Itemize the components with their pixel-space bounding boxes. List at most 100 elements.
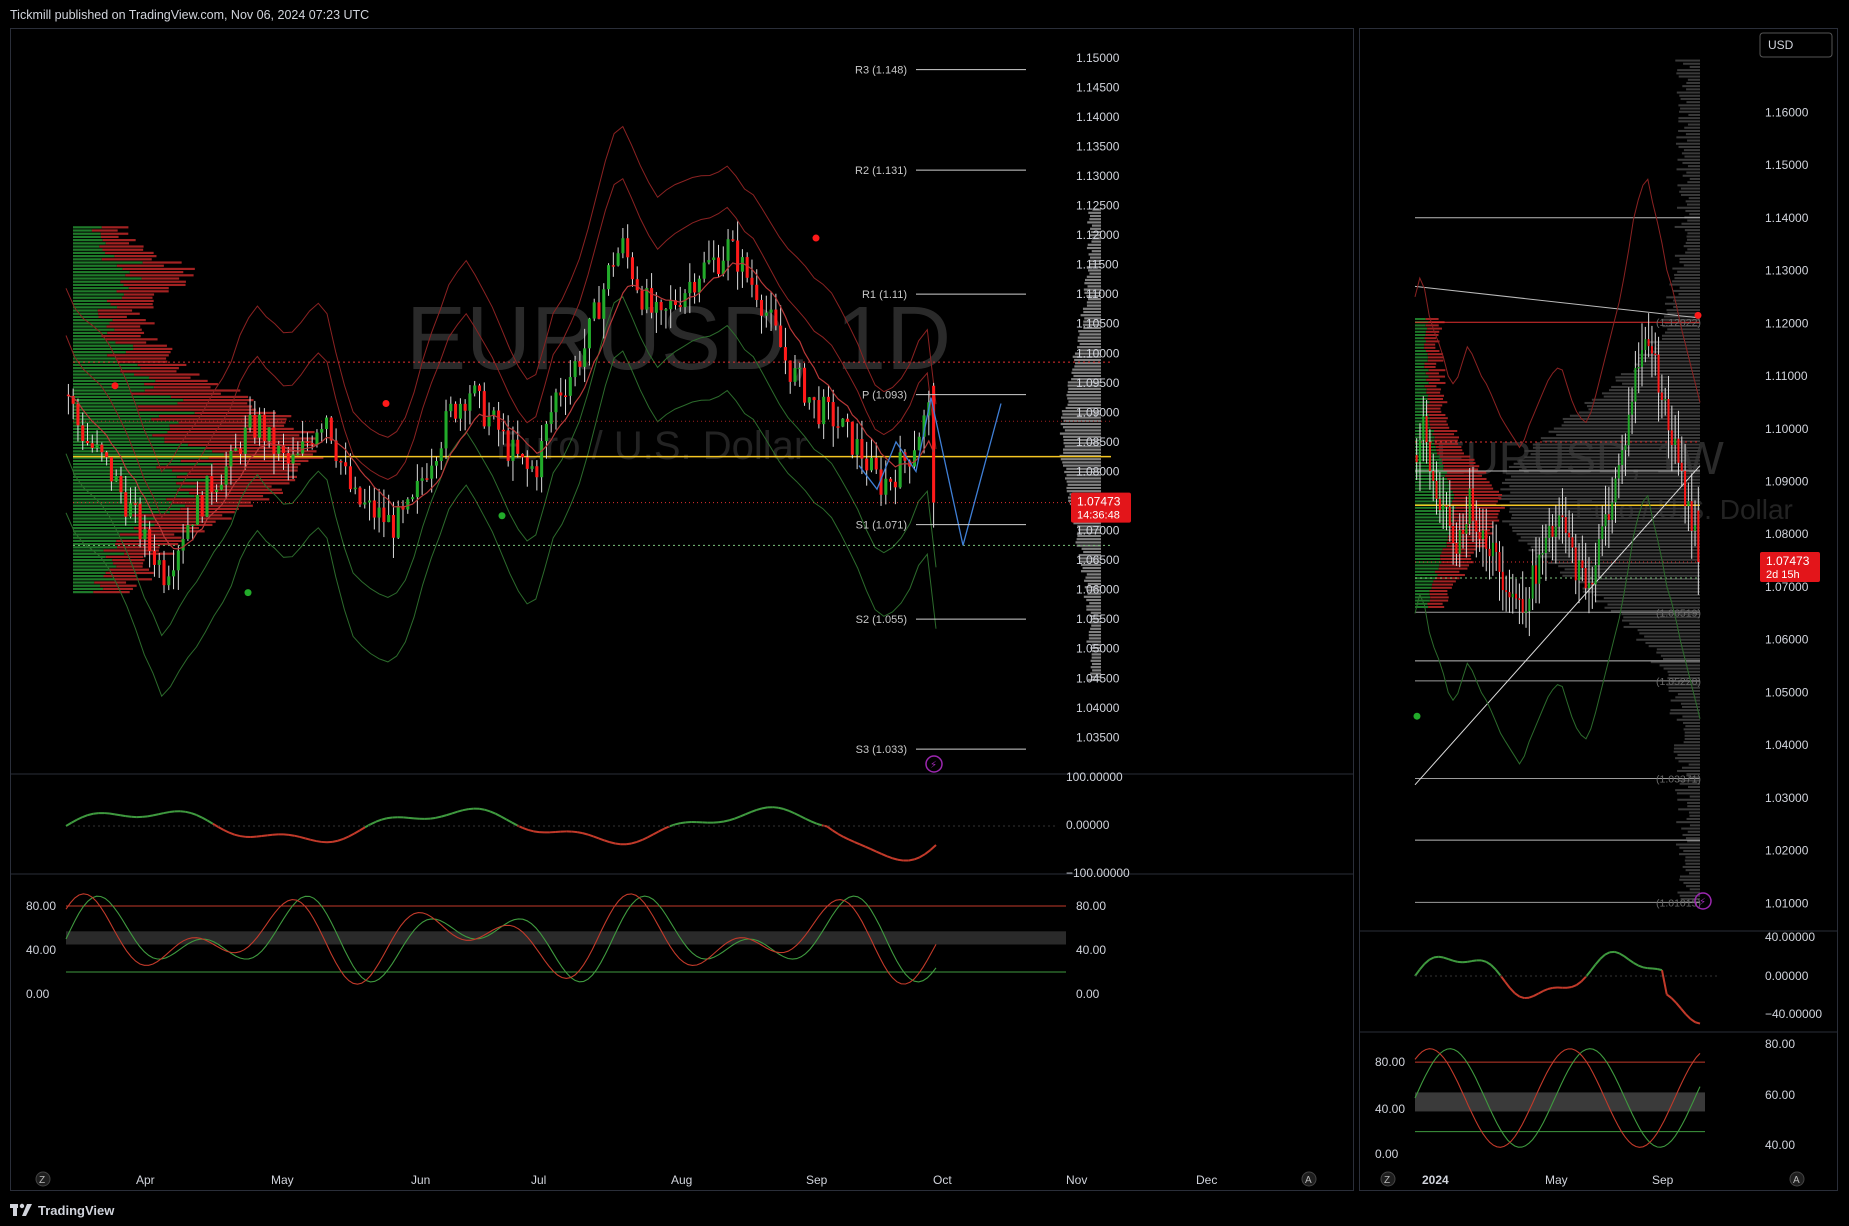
volume-profile-bar <box>1516 533 1700 536</box>
price-tick: 1.03500 <box>1076 730 1120 744</box>
volume-profile-bar-down <box>105 555 144 559</box>
volume-profile-bar-down <box>1427 404 1443 407</box>
momentum-line-segment <box>778 806 784 810</box>
volume-profile-bar-up <box>1415 532 1451 535</box>
z-corner-label: Z <box>1384 1175 1390 1186</box>
price-tick: 1.08000 <box>1765 527 1809 541</box>
volume-profile-bar-down <box>1429 423 1448 426</box>
volume-profile-bar-up <box>73 299 107 303</box>
volume-profile-bar <box>1685 837 1700 840</box>
momentum-line-segment <box>615 842 621 846</box>
volume-profile-bar-down <box>101 258 152 261</box>
candle-down <box>238 448 243 454</box>
momentum-line-segment <box>522 827 529 831</box>
price-tick: 1.06000 <box>1765 633 1809 647</box>
momentum-line-segment <box>1533 992 1539 997</box>
volume-profile-bar-down <box>1447 471 1487 474</box>
momentum-line-segment <box>1642 966 1648 970</box>
volume-profile-bar <box>1681 766 1700 769</box>
volume-profile-bar-down <box>107 331 145 335</box>
candle-down <box>874 457 878 470</box>
volume-profile-bar <box>1685 862 1700 865</box>
candle-down <box>1448 506 1451 527</box>
volume-profile-bar <box>1578 411 1700 414</box>
candle-down <box>1462 530 1465 534</box>
session-volume-bar <box>1088 637 1101 640</box>
volume-profile-bar <box>1509 485 1700 488</box>
daily-chart-pane[interactable]: EURUSD, 1D Euro / U.S. Dollar R3 (1.148) R2… <box>10 28 1354 1191</box>
volume-profile-bar <box>1535 552 1700 555</box>
candle-down <box>564 395 568 397</box>
volume-profile-bar-up <box>73 520 140 523</box>
candle-down <box>253 414 257 438</box>
volume-profile-bar-up <box>1415 378 1427 381</box>
volume-profile-bar-up <box>73 258 102 261</box>
countdown-value: 14:36:48 <box>1077 510 1120 522</box>
volume-profile-bar-up <box>73 389 145 392</box>
price-tick: 1.13000 <box>1076 169 1120 183</box>
daily-chart-svg[interactable]: EURUSD, 1DEuro / U.S. DollarR3 (1.148)R2… <box>11 29 1354 1191</box>
volume-profile-bar <box>1620 373 1700 376</box>
volume-profile-bar-up <box>1415 327 1428 330</box>
volume-profile-bar-down <box>1434 570 1460 573</box>
volume-profile-bar <box>1509 501 1700 504</box>
volume-profile-bar <box>1582 587 1700 590</box>
volume-profile-bar-up <box>1415 567 1439 570</box>
volume-profile-bar-down <box>1454 493 1503 496</box>
volume-profile-bar-down <box>100 235 119 239</box>
momentum-line-segment <box>1428 956 1435 961</box>
momentum-line-segment <box>440 814 447 818</box>
candle-down <box>812 397 816 401</box>
momentum-line-segment <box>234 833 241 838</box>
volume-profile-bar-up <box>1415 394 1429 397</box>
volume-profile-bar <box>1661 337 1700 340</box>
candle-up <box>444 411 448 449</box>
tradingview-brand[interactable]: TradingView <box>10 1199 114 1221</box>
candle-down <box>76 403 80 426</box>
volume-profile-bar <box>1654 347 1700 350</box>
volume-profile-bar <box>1677 158 1700 161</box>
volume-profile-bar-down <box>1429 401 1448 404</box>
weekly-chart-pane[interactable]: EURUSD, 1WEuro / U.S. Dollar(1.12022)(1.… <box>1359 28 1838 1191</box>
volume-profile-bar-down <box>1433 580 1456 583</box>
volume-profile-bar-up <box>73 319 113 322</box>
session-volume-bar <box>1074 365 1101 368</box>
session-volume-bar <box>1082 307 1101 310</box>
candle-down <box>1498 552 1501 572</box>
volume-profile-bar-up <box>1415 372 1426 375</box>
stoch-tick-right: 80.00 <box>1765 1037 1795 1051</box>
candle-down <box>750 277 754 285</box>
volume-profile-bar-up <box>1415 493 1455 496</box>
momentum-line-segment <box>239 835 246 838</box>
volume-profile-bar <box>1670 709 1700 712</box>
candle-down <box>1690 501 1693 531</box>
month-tick: Jun <box>411 1173 430 1187</box>
candle-up <box>406 499 410 510</box>
volume-profile-bar <box>1668 689 1700 692</box>
volume-profile-bar-down <box>1428 381 1446 384</box>
momentum-line-segment <box>180 810 186 813</box>
volume-profile-bar-down <box>144 389 241 392</box>
volume-profile-bar-up <box>73 226 102 229</box>
volume-profile-bar-up <box>73 581 95 584</box>
volume-profile-bar <box>1683 149 1700 152</box>
weekly-chart-svg[interactable]: EURUSD, 1WEuro / U.S. Dollar(1.12022)(1.… <box>1360 29 1838 1191</box>
candle-up <box>1634 367 1637 402</box>
momentum-line-segment <box>1571 984 1577 988</box>
session-volume-bar <box>1076 538 1101 541</box>
volume-profile-bar-up <box>1415 340 1427 343</box>
session-volume-bar <box>1081 547 1101 550</box>
candle-down <box>105 452 109 458</box>
momentum-line-segment <box>93 812 99 815</box>
volume-profile-bar-down <box>1452 500 1498 503</box>
candle-up <box>1674 438 1677 445</box>
candle-up <box>219 484 223 490</box>
month-tick: 2024 <box>1422 1173 1449 1187</box>
candle-down <box>1551 525 1554 537</box>
candle-up <box>1627 414 1630 446</box>
volume-profile-bar-up <box>1415 570 1435 573</box>
volume-profile-bar-down <box>123 293 155 296</box>
candle-up <box>688 281 692 294</box>
volume-profile-bar <box>1669 712 1700 715</box>
volume-profile-bar-up <box>73 328 115 331</box>
